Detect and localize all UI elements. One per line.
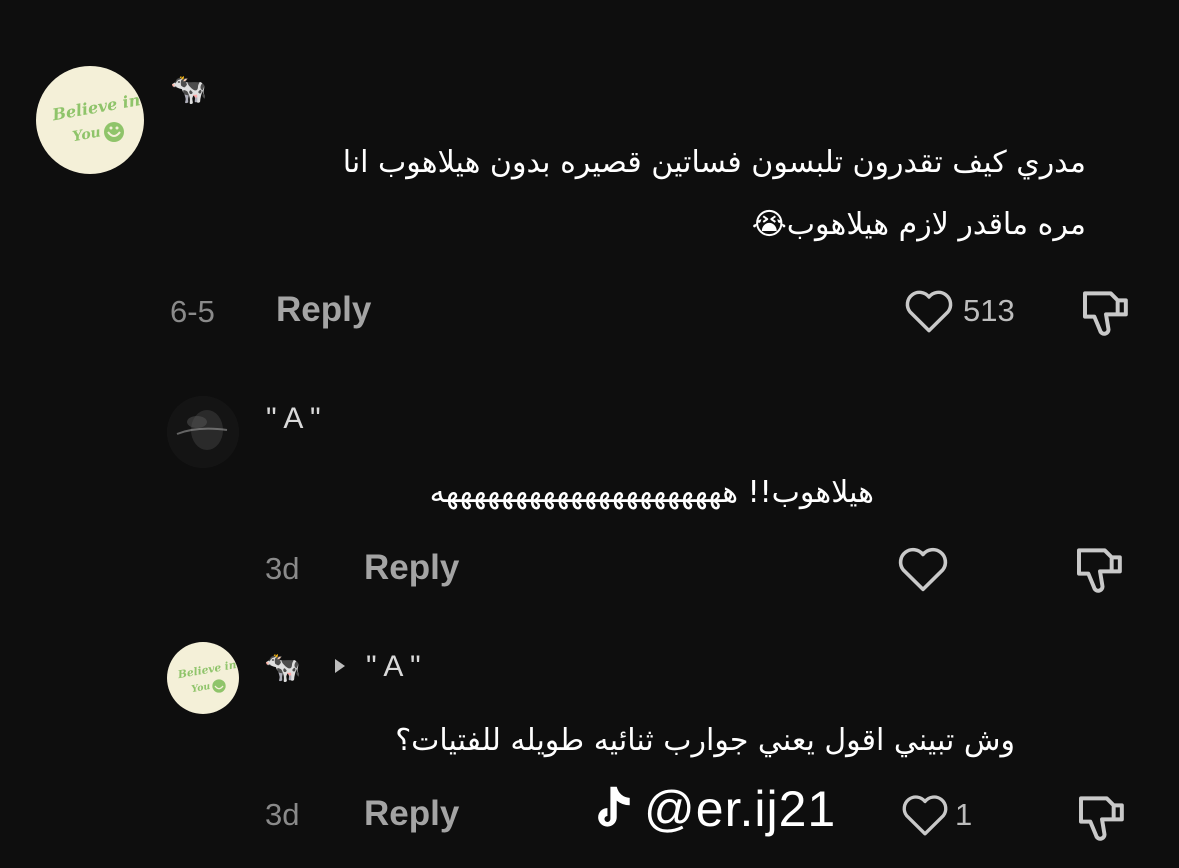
comment-text: وش تبيني اقول يعني جوارب ثنائيه طويله لل… xyxy=(215,710,1015,772)
dislike-icon[interactable] xyxy=(1074,791,1130,843)
comment-text: هيلاهوب!! هههههههههههههههههههههه xyxy=(174,462,874,524)
heart-icon[interactable] xyxy=(896,543,950,593)
watermark: @er.ij21 xyxy=(590,780,836,838)
heart-icon[interactable] xyxy=(900,791,950,837)
like-count: 513 xyxy=(963,293,1015,328)
comment-text: مدري كيف تقدرون تلبسون فساتين قصيره بدون… xyxy=(136,132,1086,256)
reply-button[interactable]: Reply xyxy=(364,548,459,588)
svg-text:Believe in: Believe in xyxy=(176,658,238,681)
like-count: 1 xyxy=(955,797,973,832)
reply-to-username[interactable]: " A " xyxy=(366,650,421,684)
avatar[interactable]: Believe in You xyxy=(36,66,144,174)
believe-in-you-badge-icon: Believe in You xyxy=(50,90,142,145)
watermark-handle: @er.ij21 xyxy=(644,781,837,837)
svg-text:You: You xyxy=(71,124,102,145)
comment-date: 3d xyxy=(265,551,300,586)
comment-text-line: وش تبيني اقول يعني جوارب ثنائيه طويله لل… xyxy=(395,723,1015,758)
tiktok-icon xyxy=(590,783,636,835)
svg-text:You: You xyxy=(191,681,212,695)
comment-text-line: مدري كيف تقدرون تلبسون فساتين قصيره بدون… xyxy=(342,145,1086,180)
comment-date: 6-5 xyxy=(170,294,215,329)
avatar[interactable] xyxy=(167,396,239,468)
reply-button[interactable]: Reply xyxy=(276,290,371,330)
comment-text-line: مره ماقدر لازم هيلاهوب😭 xyxy=(751,207,1086,242)
believe-in-you-badge-icon: Believe in You xyxy=(176,658,238,695)
reply-arrow-icon xyxy=(333,657,347,675)
comment-text-line: هيلاهوب!! هههههههههههههههههههههه xyxy=(429,475,874,510)
photo-avatar-icon xyxy=(167,396,239,468)
dislike-icon[interactable] xyxy=(1078,286,1134,338)
username[interactable]: 🐄 xyxy=(264,650,301,685)
reply-button[interactable]: Reply xyxy=(364,794,459,834)
username[interactable]: 🐄 xyxy=(170,72,207,107)
comment-date: 3d xyxy=(265,797,300,832)
username[interactable]: " A " xyxy=(266,402,321,436)
dislike-icon[interactable] xyxy=(1072,543,1128,595)
heart-icon[interactable] xyxy=(903,286,955,334)
svg-text:Believe in: Believe in xyxy=(50,90,142,124)
avatar[interactable]: Believe in You xyxy=(167,642,239,714)
